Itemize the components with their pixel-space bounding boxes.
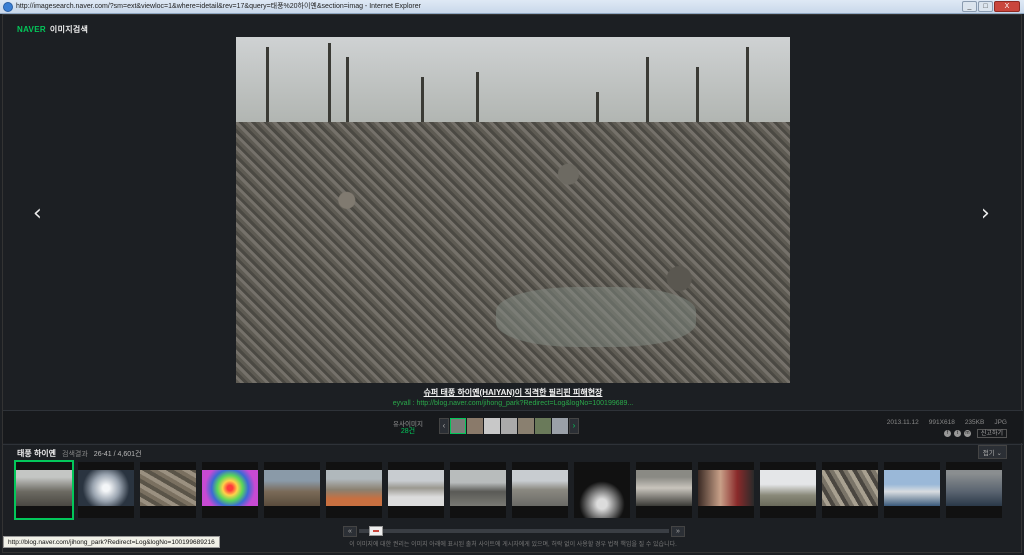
result-thumbnail[interactable] — [512, 462, 568, 518]
result-thumbnails — [14, 460, 1002, 520]
image-viewer: NAVER 이미지검색 ‹ › 슈퍼 태풍 하이옌(HAIYAN)이 직격한 필리… — [2, 14, 1023, 553]
similar-next-button[interactable]: › — [569, 418, 579, 434]
result-thumbnail[interactable] — [574, 462, 630, 518]
report-button[interactable]: 신고하기 — [976, 429, 1007, 438]
image-meta: 2013.11.12 991X618 235KB JPG — [887, 419, 1007, 426]
similar-thumb[interactable] — [467, 418, 483, 434]
naver-logo[interactable]: NAVER 이미지검색 — [17, 24, 88, 35]
result-thumbnail[interactable] — [140, 462, 196, 518]
similar-images-count[interactable]: 28건 — [386, 426, 430, 436]
fold-button[interactable]: 접기 ⌄ — [977, 445, 1007, 459]
similar-thumb[interactable] — [535, 418, 551, 434]
result-thumbnail[interactable] — [450, 462, 506, 518]
next-image-button[interactable]: › — [981, 201, 990, 226]
results-query: 태풍 하이옌 — [17, 449, 57, 458]
pager-handle[interactable] — [369, 526, 383, 536]
result-thumbnail[interactable] — [326, 462, 382, 518]
results-header: 태풍 하이옌 검색결과 26-41 / 4,601건 — [17, 448, 142, 459]
result-thumbnail[interactable] — [760, 462, 816, 518]
pager-prev-button[interactable]: « — [343, 525, 357, 537]
pager-next-button[interactable]: » — [671, 525, 685, 537]
result-thumbnail[interactable] — [14, 460, 74, 520]
similar-prev-button[interactable]: ‹ — [439, 418, 449, 434]
pager-track[interactable] — [359, 526, 669, 536]
status-bar-url: http://blog.naver.com/jihong_park?Redire… — [3, 536, 220, 548]
result-thumbnail[interactable] — [884, 462, 940, 518]
result-thumbnail[interactable] — [264, 462, 320, 518]
divider — [3, 444, 1023, 445]
similar-thumb[interactable] — [518, 418, 534, 434]
window-controls: _ □ X — [962, 1, 1020, 12]
close-button[interactable]: X — [994, 1, 1020, 12]
twitter-share-icon[interactable]: t — [953, 430, 961, 437]
share-bar: f t m 신고하기 — [943, 429, 1007, 438]
window-title: http://imagesearch.naver.com/?sm=ext&vie… — [16, 3, 421, 10]
facebook-share-icon[interactable]: f — [943, 430, 951, 437]
result-thumbnail[interactable] — [822, 462, 878, 518]
result-thumbnail[interactable] — [636, 462, 692, 518]
results-count: 26-41 / 4,601건 — [93, 451, 142, 458]
photo-puddle — [496, 287, 696, 347]
image-filesize: 235KB — [964, 419, 985, 426]
previous-image-button[interactable]: ‹ — [33, 201, 42, 226]
ie-icon — [3, 2, 13, 12]
photo-sky — [236, 37, 790, 132]
maximize-button[interactable]: □ — [978, 1, 993, 12]
result-thumbnail[interactable] — [202, 462, 258, 518]
similar-thumb[interactable] — [484, 418, 500, 434]
image-caption[interactable]: 슈퍼 태풍 하이옌(HAIYAN)이 직격한 필리핀 피해현장 — [3, 387, 1023, 398]
me2day-share-icon[interactable]: m — [963, 430, 971, 437]
minimize-button[interactable]: _ — [962, 1, 977, 12]
image-dimensions: 991X618 — [928, 419, 955, 426]
similar-thumb[interactable] — [501, 418, 517, 434]
image-source-link[interactable]: eyvall : http://blog.naver.com/jihong_pa… — [3, 400, 1023, 407]
image-format: JPG — [994, 419, 1007, 426]
result-thumbnail[interactable] — [698, 462, 754, 518]
results-pager: « » — [343, 525, 685, 537]
photo-debris — [236, 122, 790, 383]
main-photo[interactable] — [236, 37, 790, 383]
similar-thumb[interactable] — [552, 418, 568, 434]
browser-titlebar: http://imagesearch.naver.com/?sm=ext&vie… — [0, 0, 1024, 14]
section-title: 이미지검색 — [49, 25, 89, 34]
similar-thumb[interactable] — [450, 418, 466, 434]
result-thumbnail[interactable] — [388, 462, 444, 518]
image-date: 2013.11.12 — [886, 419, 919, 426]
similar-images-strip: ‹ › — [439, 418, 579, 434]
result-thumbnail[interactable] — [78, 462, 134, 518]
brand-logo-text: NAVER — [17, 25, 46, 34]
results-label: 검색결과 — [62, 451, 88, 458]
result-thumbnail[interactable] — [946, 462, 1002, 518]
